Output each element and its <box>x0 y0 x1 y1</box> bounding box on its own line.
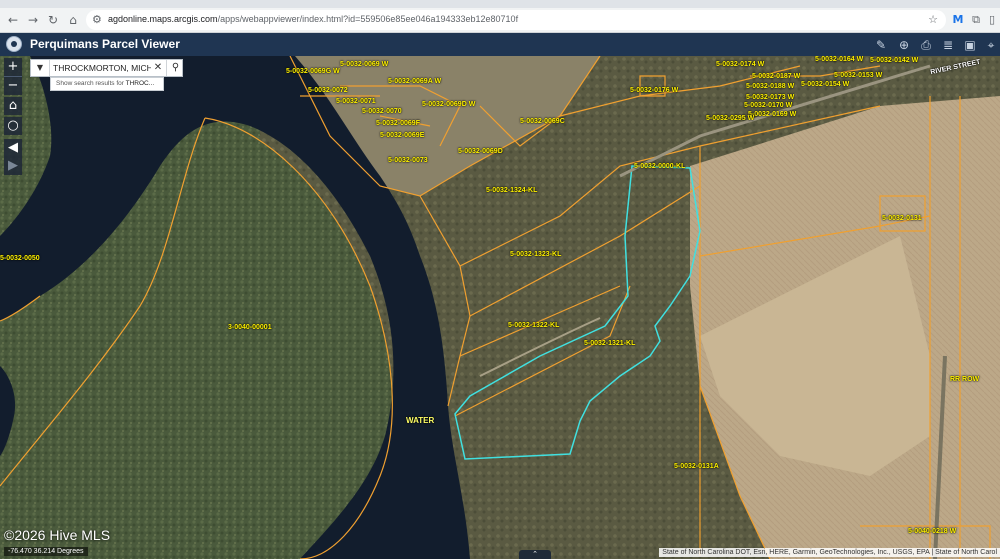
previous-extent-icon[interactable]: ◀ <box>4 139 22 157</box>
parcel-label: 5-0032-0000-KL <box>634 163 686 170</box>
parcel-label: 5-0032-0069A W <box>388 78 442 85</box>
parcel-label: 3-0040-00001 <box>228 324 272 331</box>
parcel-label: 5-0032-0131A <box>674 463 719 470</box>
bookmark-star-icon[interactable]: ☆ <box>928 13 938 26</box>
zoom-out-button[interactable]: − <box>4 77 22 95</box>
parcel-label: 5-0032-0050 <box>0 255 40 262</box>
parcel-label: 5-0032-0142 W <box>870 57 919 64</box>
parcel-label: 5-0032-1322-KL <box>508 322 560 329</box>
url-path: /apps/webappviewer/index.html?id=559506e… <box>217 14 519 24</box>
layer-list-widget-icon[interactable]: ≣ <box>939 36 957 54</box>
parcel-label: 5-0032-0173 W <box>746 94 795 101</box>
parcel-label: 5-0032-0070 <box>362 108 402 115</box>
parcel-label: 5-0032-0295 W <box>706 115 755 122</box>
parcel-label: RR ROW <box>950 376 980 383</box>
map-view[interactable]: 5-0032-0069 W 5-0032-0069G W 5-0032-0069… <box>0 56 1000 559</box>
back-icon[interactable]: ← <box>4 11 22 29</box>
search-suggestion[interactable]: Show search results for THROC... <box>50 77 164 91</box>
reload-icon[interactable]: ↻ <box>44 11 62 29</box>
parcel-label: 5-0032-0069G W <box>286 68 340 75</box>
locate-widget-icon[interactable]: ⌖ <box>982 36 1000 54</box>
url-host: agdonline.maps.arcgis.com <box>108 14 218 24</box>
parcel-label: 5-0032-0069E <box>380 132 425 139</box>
parcel-label: 5-0032-1323-KL <box>510 251 562 258</box>
locate-control: ○ <box>4 117 22 135</box>
mls-watermark: ©2026 Hive MLS <box>4 527 111 543</box>
draw-widget-icon[interactable]: ✎ <box>872 36 890 54</box>
map-attribution: State of North Carolina DOT, Esri, HERE,… <box>659 548 1000 557</box>
expand-panel-icon[interactable]: ⌃ <box>519 550 551 559</box>
my-location-icon[interactable]: ○ <box>4 117 22 135</box>
parcel-label: 5-0032-0131 <box>882 215 922 222</box>
url-text: agdonline.maps.arcgis.com/apps/webappvie… <box>108 14 518 24</box>
home-control: ⌂ <box>4 97 22 115</box>
parcel-label: 5-0032-0169 W <box>748 111 797 118</box>
print-widget-icon[interactable]: ⎙ <box>917 36 935 54</box>
county-logo-icon <box>6 36 22 52</box>
search-widget: ▼ ✕ ⚲ <box>30 59 183 77</box>
parcel-label: 5-0032-0164 W <box>815 56 864 63</box>
forward-icon[interactable]: → <box>24 11 42 29</box>
map-canvas <box>0 56 1000 559</box>
parcel-label: 5-0032-0069D <box>458 148 503 155</box>
parcel-label: 5-0032-0069F <box>376 120 420 127</box>
profile-icon[interactable]: ▯ <box>984 12 1000 28</box>
app-header: Perquimans Parcel Viewer ✎ ⊕ ⎙ ≣ ▣ ⌖ <box>0 33 1000 56</box>
extent-nav-control: ◀ ▶ <box>4 139 22 175</box>
home-extent-icon[interactable]: ⌂ <box>4 97 22 115</box>
zoom-in-button[interactable]: + <box>4 58 22 76</box>
extensions-puzzle-icon[interactable]: ⧉ <box>968 12 984 28</box>
suggestion-term: THROC... <box>125 80 155 87</box>
parcel-label: 5-0040-0218 W <box>908 528 957 535</box>
parcel-label: 5-0032-0170 W <box>744 102 793 109</box>
app-title: Perquimans Parcel Viewer <box>30 37 180 51</box>
extension-m-icon[interactable]: M <box>950 12 966 28</box>
site-info-icon[interactable]: ⚙ <box>92 13 102 26</box>
search-source-dropdown-icon[interactable]: ▼ <box>31 60 50 76</box>
parcel-label: 5-0032-0073 <box>388 157 428 164</box>
basemap-widget-icon[interactable]: ▣ <box>961 36 979 54</box>
suggestion-prefix: Show search results for <box>56 80 126 87</box>
parcel-label: 5-0032-1324-KL <box>486 187 538 194</box>
parcel-label: 5-0032-0069 W <box>340 61 389 68</box>
parcel-label: 5-0032-0069C <box>520 118 565 125</box>
parcel-label: 5-0032-0069D W <box>422 101 476 108</box>
parcel-label: 5-0032-0188 W <box>746 83 795 90</box>
parcel-label: 5-0032-0154 W <box>801 81 850 88</box>
parcel-label: 5-0032-0153 W <box>834 72 883 79</box>
search-icon[interactable]: ⚲ <box>166 60 184 76</box>
parcel-label: 5-0032-0174 W <box>716 61 765 68</box>
parcel-label: 5-0032-0176 W <box>630 87 679 94</box>
search-input[interactable] <box>53 60 151 76</box>
water-label: WATER <box>406 416 435 425</box>
parcel-label: 5-0032-0072 <box>308 87 348 94</box>
coordinates-readout: -76.470 36.214 Degrees <box>4 547 88 556</box>
browser-toolbar: ← → ↻ ⌂ ⚙ agdonline.maps.arcgis.com/apps… <box>0 8 1000 33</box>
parcel-label: 5-0032-0187 W <box>752 73 801 80</box>
parcel-label: 5-0032-0071 <box>336 98 376 105</box>
next-extent-icon[interactable]: ▶ <box>4 157 22 175</box>
home-icon[interactable]: ⌂ <box>64 11 82 29</box>
zoom-control: + − <box>4 58 22 95</box>
address-bar[interactable]: ⚙ agdonline.maps.arcgis.com/apps/webappv… <box>86 10 946 30</box>
measure-widget-icon[interactable]: ⊕ <box>895 36 913 54</box>
parcel-label: 5-0032-1321-KL <box>584 340 636 347</box>
clear-search-icon[interactable]: ✕ <box>152 61 164 75</box>
